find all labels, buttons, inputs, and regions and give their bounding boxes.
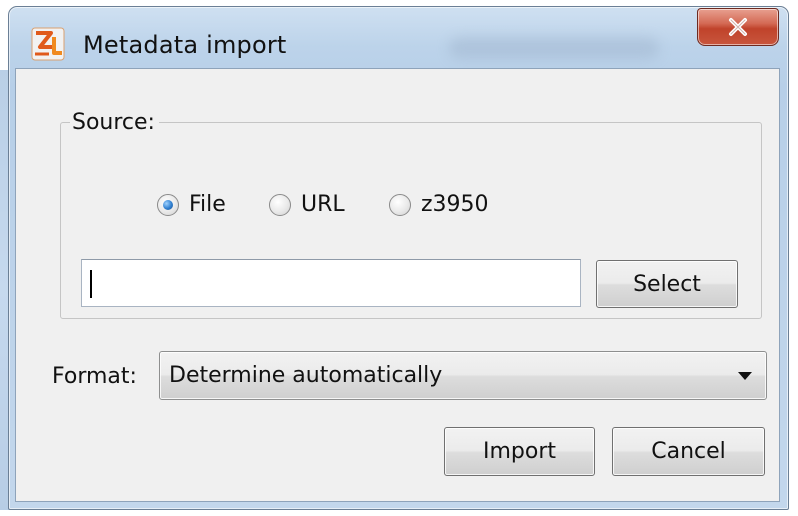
import-button[interactable]: Import [444, 427, 595, 476]
format-select[interactable]: Determine automatically [159, 351, 767, 400]
window-title: Metadata import [83, 31, 287, 59]
jabref-app-icon [31, 27, 65, 61]
radio-file-circle [157, 194, 179, 216]
title-bar-reflection [449, 37, 659, 59]
cancel-button[interactable]: Cancel [612, 427, 765, 476]
radio-z3950[interactable]: z3950 [389, 190, 489, 220]
radio-z3950-label: z3950 [421, 192, 489, 217]
radio-url-circle [269, 194, 291, 216]
radio-file-label: File [189, 192, 226, 217]
dropdown-arrow-icon [738, 372, 752, 380]
source-group-label: Source: [70, 110, 159, 136]
source-path-input[interactable] [81, 259, 581, 307]
format-select-value: Determine automatically [169, 363, 443, 388]
close-button[interactable] [697, 8, 779, 46]
close-x-icon [729, 18, 747, 36]
title-bar[interactable]: Metadata import [9, 7, 788, 69]
radio-z3950-circle [389, 194, 411, 216]
radio-selected-dot [163, 200, 173, 210]
select-button[interactable]: Select [596, 260, 738, 308]
radio-url-label: URL [301, 192, 345, 217]
format-label: Format: [52, 364, 137, 389]
text-caret [90, 270, 92, 298]
radio-file[interactable]: File [157, 190, 226, 220]
radio-url[interactable]: URL [269, 190, 345, 220]
